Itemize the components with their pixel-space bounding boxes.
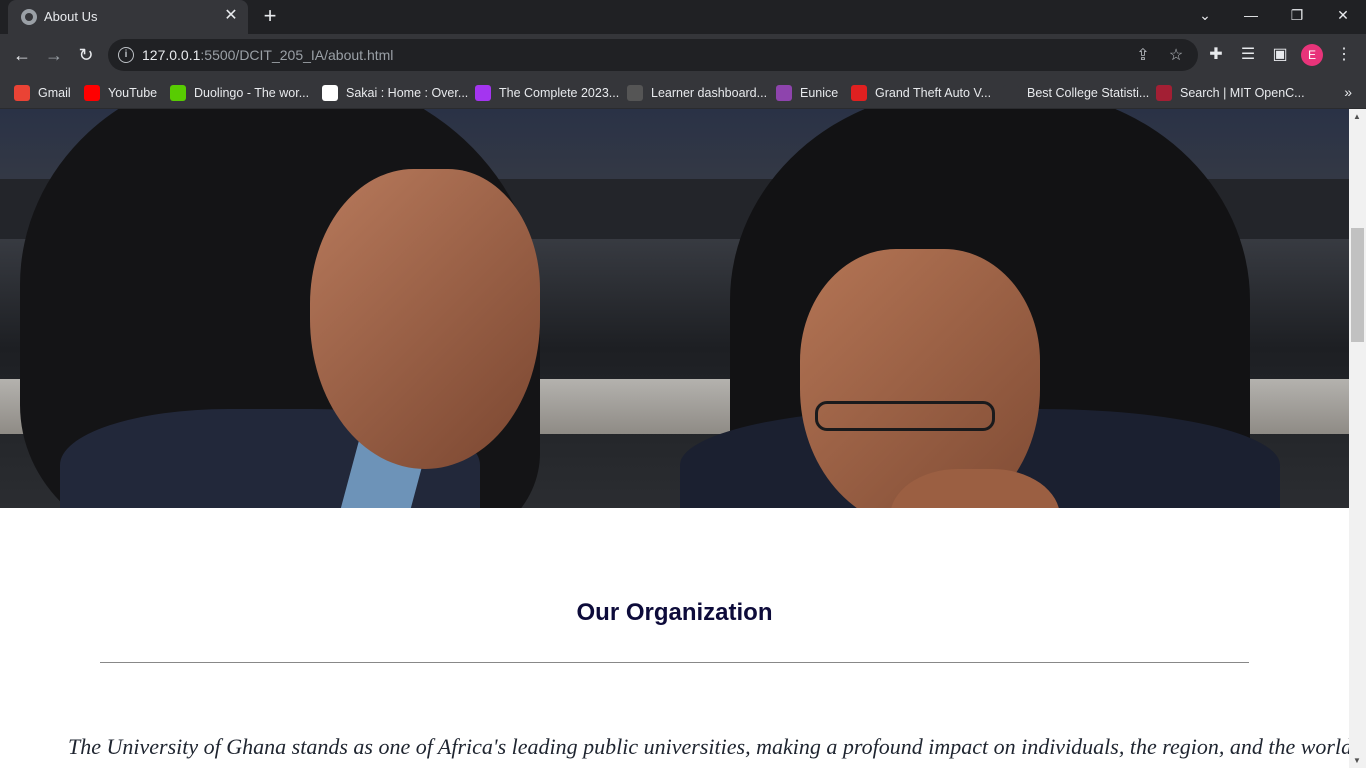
bookmark-gta[interactable]: Grand Theft Auto V... (851, 82, 991, 104)
udemy-icon (475, 85, 491, 101)
reload-button[interactable]: ↻ (72, 41, 100, 69)
bookmark-learner-dashboard[interactable]: Learner dashboard... (627, 82, 767, 104)
bookmark-label: Gmail (38, 86, 71, 100)
bookmark-label: YouTube (108, 86, 158, 100)
back-button[interactable]: ← (8, 41, 36, 69)
hero-image (0, 109, 1349, 508)
bookmark-duolingo[interactable]: Duolingo - The wor... (170, 82, 309, 104)
sakai-icon (322, 85, 338, 101)
url-path: :5500/DCIT_205_IA/about.html (200, 47, 394, 63)
alx-icon (627, 85, 643, 101)
bookmarks-bar: Gmail YouTube Duolingo - The wor... Saka… (0, 76, 1366, 109)
tab-about-us[interactable]: About Us ✕ (8, 0, 248, 34)
gta-icon (851, 85, 867, 101)
forward-button[interactable]: → (40, 41, 68, 69)
scrollbar-thumb[interactable] (1351, 228, 1364, 342)
scroll-down-icon[interactable]: ▼ (1353, 756, 1361, 765)
bookmark-label: Sakai : Home : Over... (346, 86, 469, 100)
url-text[interactable]: 127.0.0.1:5500/DCIT_205_IA/about.html (142, 47, 393, 63)
bookmark-sakai[interactable]: Sakai : Home : Over... (322, 82, 468, 104)
scroll-up-icon[interactable]: ▲ (1353, 112, 1361, 121)
bookmark-label: Eunice (800, 86, 839, 100)
about-paragraph: The University of Ghana stands as one of… (68, 734, 1349, 759)
student-left (310, 169, 540, 469)
tab-strip: About Us ✕ + ⌄ — ❐ ✕ (0, 0, 1366, 34)
bookmark-label: Grand Theft Auto V... (875, 86, 992, 100)
new-tab-button[interactable]: + (258, 4, 282, 28)
bookmark-label: Duolingo - The wor... (194, 86, 310, 100)
site-info-icon[interactable]: i (118, 47, 134, 63)
close-window-button[interactable]: ✕ (1320, 0, 1366, 32)
bookmark-eunice[interactable]: Eunice (776, 82, 838, 104)
bookmark-youtube[interactable]: YouTube (84, 82, 157, 104)
page-icon (1003, 85, 1019, 101)
bookmark-label: Search | MIT OpenC... (1180, 86, 1305, 100)
browser-toolbar: ← → ↻ i 127.0.0.1:5500/DCIT_205_IA/about… (0, 34, 1366, 76)
bookmark-udemy[interactable]: The Complete 2023... (475, 82, 619, 104)
reading-list-icon[interactable]: ☰ (1237, 44, 1259, 66)
gmail-icon (14, 85, 30, 101)
chrome-profile-icon (776, 85, 792, 101)
minimize-button[interactable]: — (1228, 0, 1274, 32)
youtube-icon (84, 85, 100, 101)
glasses (815, 401, 995, 431)
duolingo-icon (170, 85, 186, 101)
bookmark-mit-ocw[interactable]: Search | MIT OpenC... (1156, 82, 1305, 104)
bookmark-label: Learner dashboard... (651, 86, 768, 100)
page-viewport: Our Organization The University of Ghana… (0, 109, 1349, 768)
tab-search-chevron-icon[interactable]: ⌄ (1182, 0, 1228, 32)
bookmark-label: The Complete 2023... (499, 86, 620, 100)
menu-icon[interactable]: ⋮ (1333, 44, 1355, 66)
section-divider (100, 662, 1249, 663)
globe-icon (21, 9, 37, 25)
share-icon[interactable]: ⇪ (1133, 46, 1153, 66)
tab-close-icon[interactable]: ✕ (222, 7, 240, 25)
mit-ocw-icon (1156, 85, 1172, 101)
restore-button[interactable]: ❐ (1274, 0, 1320, 32)
tab-title: About Us (44, 9, 98, 24)
section-title: Our Organization (576, 599, 773, 626)
bookmarks-overflow-icon[interactable]: » (1344, 84, 1352, 100)
bookmark-star-icon[interactable]: ☆ (1166, 46, 1186, 66)
address-bar[interactable]: i 127.0.0.1:5500/DCIT_205_IA/about.html … (108, 39, 1198, 71)
url-host: 127.0.0.1 (142, 47, 201, 63)
extensions-icon[interactable]: ✚ (1205, 44, 1227, 66)
bookmark-gmail[interactable]: Gmail (14, 82, 71, 104)
profile-avatar[interactable]: E (1301, 44, 1323, 66)
side-panel-icon[interactable]: ▣ (1269, 44, 1291, 66)
page-scrollbar[interactable]: ▲ ▼ (1349, 109, 1366, 768)
bookmark-label: Best College Statisti... (1027, 86, 1150, 100)
bookmark-college-statistics[interactable]: Best College Statisti... (1003, 82, 1149, 104)
